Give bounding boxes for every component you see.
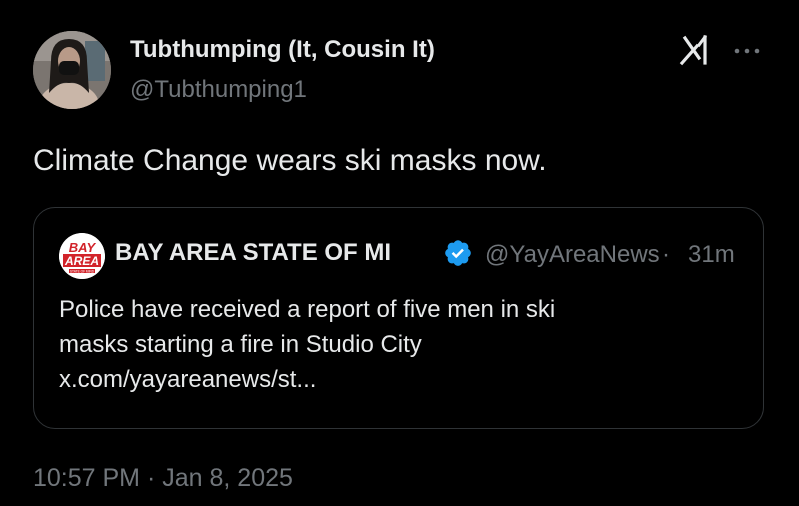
quote-author-name[interactable]: BAY AREA STATE OF MI xyxy=(115,239,391,267)
timestamp-separator: · xyxy=(146,464,156,492)
author-name[interactable]: Tubthumping (It, Cousin It) xyxy=(130,36,435,64)
tweet-text: Climate Change wears ski masks now. xyxy=(33,144,547,177)
quoted-tweet-card[interactable]: BAY AREA STATE OF MIND BAY AREA STATE OF… xyxy=(33,207,764,429)
verified-badge-icon xyxy=(443,238,473,268)
quote-author-handle[interactable]: @YayAreaNews xyxy=(485,241,659,269)
quote-text-line: Police have received a report of five me… xyxy=(59,296,556,323)
author-avatar[interactable] xyxy=(33,31,111,109)
quote-time[interactable]: 31m xyxy=(688,241,735,269)
author-handle[interactable]: @Tubthumping1 xyxy=(130,76,307,104)
author-avatar-image xyxy=(33,31,111,109)
quote-text-line: masks starting a fire in Studio City xyxy=(59,331,422,358)
tweet-time[interactable]: 10:57 PM xyxy=(33,464,140,492)
logo-text-state: STATE OF MIND xyxy=(70,269,95,273)
more-dots-icon[interactable] xyxy=(732,36,762,66)
tweet-timestamp: 10:57 PM · Jan 8, 2025 xyxy=(33,464,293,493)
quote-separator: · xyxy=(662,241,670,268)
logo-text-area: AREA xyxy=(64,254,99,268)
grok-icon[interactable] xyxy=(679,34,713,66)
bay-area-logo-icon: BAY AREA STATE OF MIND xyxy=(59,233,105,279)
quote-text: Police have received a report of five me… xyxy=(59,292,739,397)
tweet: Tubthumping (It, Cousin It) @Tubthumping… xyxy=(0,0,799,506)
quote-link[interactable]: x.com/yayareanews/st... xyxy=(59,362,739,397)
tweet-date[interactable]: Jan 8, 2025 xyxy=(162,464,293,492)
logo-text-bay: BAY xyxy=(69,240,97,255)
quote-avatar[interactable]: BAY AREA STATE OF MIND xyxy=(59,233,105,279)
